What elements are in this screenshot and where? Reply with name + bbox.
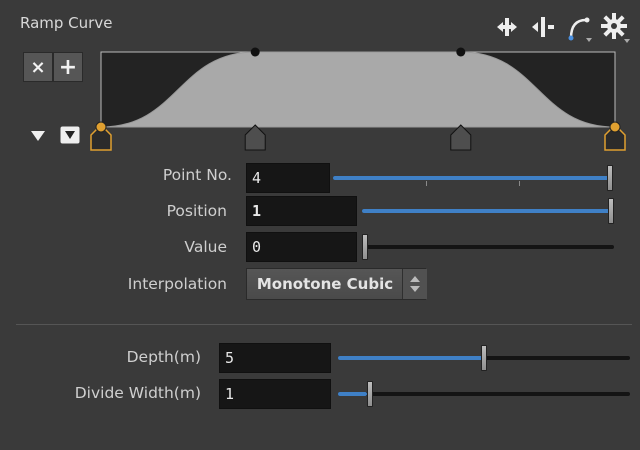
divide-width-slider[interactable] — [338, 379, 634, 409]
panel-title: Ramp Curve — [20, 14, 113, 32]
curve-handle-icon[interactable] — [566, 12, 596, 42]
depth-label: Depth(m) — [126, 348, 201, 366]
split-point-icon[interactable] — [530, 12, 556, 40]
interpolation-dropdown[interactable]: Monotone Cubic — [246, 268, 427, 300]
divide-width-slider-fill — [338, 392, 367, 396]
divide-width-label: Divide Width(m) — [74, 384, 201, 402]
section-divider — [16, 324, 632, 325]
depth-slider[interactable] — [338, 343, 634, 373]
point-no-slider-handle[interactable] — [607, 165, 613, 191]
value-slider-handle[interactable] — [362, 234, 368, 260]
depth-slider-handle[interactable] — [481, 345, 487, 371]
gear-icon[interactable] — [600, 12, 632, 43]
point-no-slider[interactable] — [333, 163, 618, 193]
updown-arrows-icon — [402, 269, 427, 299]
divide-width-field[interactable]: 1 — [219, 379, 331, 409]
position-slider[interactable] — [362, 196, 618, 226]
divide-width-slider-handle[interactable] — [367, 381, 373, 407]
position-label: Position — [166, 202, 227, 220]
point-no-field[interactable]: 4 — [246, 163, 330, 193]
position-slider-handle[interactable] — [608, 198, 614, 224]
ramp-editor[interactable] — [0, 40, 640, 160]
move-horizontal-icon[interactable] — [494, 12, 520, 40]
ramp-curve-point[interactable] — [456, 47, 466, 57]
value-slider[interactable] — [362, 232, 618, 262]
ramp-key-marker[interactable] — [450, 124, 472, 151]
value-label: Value — [184, 238, 227, 256]
position-slider-fill — [362, 209, 614, 213]
interpolation-value: Monotone Cubic — [256, 275, 394, 293]
position-field[interactable]: 1 — [246, 196, 357, 226]
point-no-slider-fill — [333, 176, 613, 180]
depth-field[interactable]: 5 — [219, 343, 331, 373]
value-field[interactable]: 0 — [246, 232, 357, 262]
interpolation-label: Interpolation — [127, 275, 227, 293]
depth-slider-fill — [338, 356, 484, 360]
ramp-key-marker[interactable] — [244, 124, 266, 151]
ramp-curve-point[interactable] — [250, 47, 260, 57]
point-no-label: Point No. — [162, 166, 232, 184]
